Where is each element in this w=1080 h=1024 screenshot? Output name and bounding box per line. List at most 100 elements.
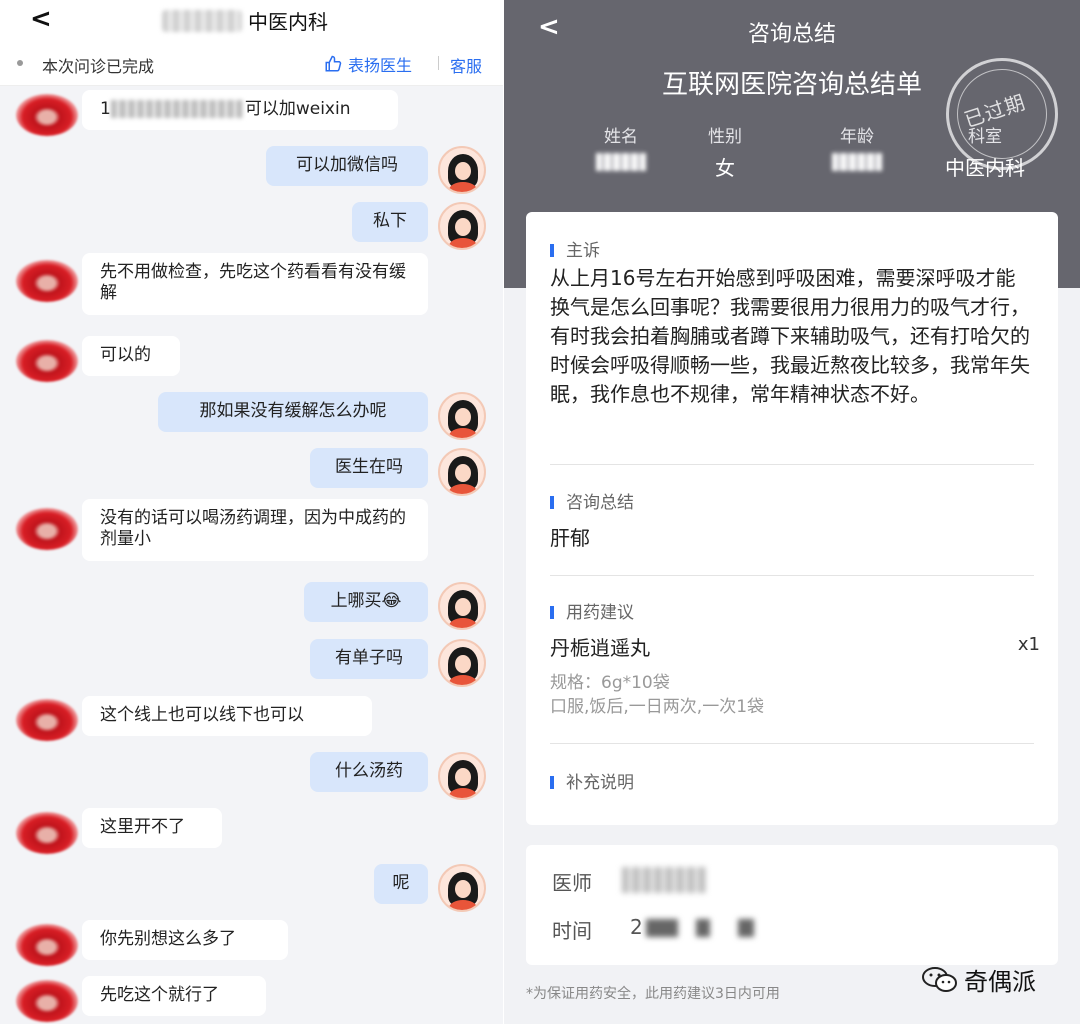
- doctor-avatar[interactable]: [16, 699, 78, 741]
- section-marker: [550, 776, 554, 789]
- patient-avatar[interactable]: [438, 864, 486, 912]
- message-text: 呢: [392, 873, 410, 893]
- dept-label: 科室: [968, 127, 1002, 147]
- message-text: 你先别想这么多了: [100, 929, 236, 949]
- safety-footnote: *为保证用药安全，此用药建议3日内可用: [526, 986, 780, 1002]
- doctor-avatar[interactable]: [16, 980, 78, 1022]
- doctor-message[interactable]: 先吃这个就行了: [82, 976, 266, 1016]
- blurred-doctor-name: [622, 867, 706, 893]
- page-title: 咨询总结: [747, 22, 836, 47]
- patient-message[interactable]: 上哪买😂: [304, 582, 428, 622]
- extra-notes-heading: 补充说明: [550, 768, 634, 793]
- gender-label: 性别: [708, 127, 742, 147]
- patient-message[interactable]: 那如果没有缓解怎么办呢: [158, 392, 428, 432]
- blurred-time: [646, 919, 678, 937]
- gender-value: 女: [715, 156, 735, 180]
- age-label: 年龄: [840, 127, 874, 147]
- patient-avatar[interactable]: [438, 392, 486, 440]
- summary-panel: < 咨询总结 互联网医院咨询总结单 已过期 姓名 性别 年龄 科室 女 中医内科…: [504, 0, 1080, 1024]
- message-text: 这里开不了: [100, 817, 185, 837]
- blurred-name: [596, 153, 646, 171]
- doctor-message[interactable]: 这个线上也可以线下也可以: [82, 696, 372, 736]
- blurred-time: [696, 919, 710, 937]
- thumbs-up-icon: [325, 55, 342, 72]
- patient-message[interactable]: 有单子吗: [310, 639, 428, 679]
- divider: [438, 56, 439, 70]
- patient-message[interactable]: 私下: [352, 202, 428, 242]
- doctor-message[interactable]: 先不用做检查，先吃这个药看看有没有缓解: [82, 253, 428, 315]
- divider: [550, 464, 1034, 465]
- dept-value: 中医内科: [945, 156, 1025, 180]
- chat-header: < 中医内科: [0, 0, 503, 40]
- doctor-avatar[interactable]: [16, 94, 78, 136]
- doctor-avatar[interactable]: [16, 260, 78, 302]
- patient-avatar[interactable]: [438, 146, 486, 194]
- divider: [550, 575, 1034, 576]
- chat-panel: < 中医内科 本次问诊已完成 表扬医生 客服 1 可以加weixin 可以加微信吗私…: [0, 0, 503, 1024]
- doctor-avatar[interactable]: [16, 340, 78, 382]
- blurred-doctor-name: [162, 9, 242, 32]
- name-label: 姓名: [604, 127, 638, 147]
- doctor-message[interactable]: 没有的话可以喝汤药调理，因为中成药的剂量小: [82, 499, 428, 561]
- chat-title: 中医内科: [248, 10, 328, 34]
- chat-title-area: 中医内科: [162, 6, 328, 35]
- age-value: [802, 152, 912, 176]
- wechat-icon: [922, 966, 957, 992]
- message-text: 先不用做检查，先吃这个药看看有没有缓解: [100, 262, 406, 303]
- message-text: 私下: [373, 211, 407, 231]
- doctor-info-card: 医师 时间 2: [526, 845, 1058, 965]
- drug-quantity: x1: [1017, 634, 1040, 655]
- consult-summary-heading: 咨询总结: [550, 488, 634, 513]
- patient-message[interactable]: 呢: [374, 864, 428, 904]
- patient-avatar[interactable]: [438, 582, 486, 630]
- watermark: 奇偶派: [922, 962, 1036, 997]
- summary-card: 主诉 从上月16号左右开始感到呼吸困难，需要深呼吸才能换气是怎么回事呢？我需要很…: [526, 212, 1058, 825]
- time-label: 时间: [552, 919, 592, 943]
- message-text: 那如果没有缓解怎么办呢: [199, 401, 387, 421]
- patient-message[interactable]: 什么汤药: [310, 752, 428, 792]
- message-text: 有单子吗: [335, 648, 403, 668]
- doctor-message[interactable]: 你先别想这么多了: [82, 920, 288, 960]
- doctor-label: 医师: [552, 871, 592, 895]
- time-prefix: 2: [630, 915, 643, 939]
- blurred-time: [738, 919, 754, 937]
- drug-spec: 规格：6g*10袋: [550, 673, 670, 693]
- praise-doctor-button[interactable]: 表扬医生: [324, 52, 412, 76]
- diagnosis-text: 肝郁: [550, 526, 590, 550]
- message-text: 可以加微信吗: [296, 155, 398, 175]
- blurred-contact-prefix: 1: [100, 99, 111, 119]
- message-text: 这个线上也可以线下也可以: [100, 705, 304, 725]
- doctor-avatar[interactable]: [16, 508, 78, 550]
- message-text: 上哪买😂: [330, 591, 402, 611]
- doctor-message[interactable]: 这里开不了: [82, 808, 222, 848]
- doctor-avatar[interactable]: [16, 812, 78, 854]
- consult-status-bar: 本次问诊已完成 表扬医生 客服: [0, 40, 503, 86]
- consult-status: 本次问诊已完成: [42, 57, 155, 76]
- message-text: 医生在吗: [335, 457, 403, 477]
- chevron-left-icon[interactable]: <: [30, 4, 52, 34]
- medication-heading: 用药建议: [550, 598, 634, 623]
- patient-avatar[interactable]: [438, 639, 486, 687]
- message-text: 先吃这个就行了: [100, 985, 219, 1005]
- complaint-text: 从上月16号左右开始感到呼吸困难，需要深呼吸才能换气是怎么回事呢？我需要很用力很…: [550, 266, 1030, 406]
- doctor-avatar[interactable]: [16, 924, 78, 966]
- complaint-heading: 主诉: [550, 236, 600, 261]
- doctor-message[interactable]: 可以的: [82, 336, 180, 376]
- section-marker: [550, 496, 554, 509]
- drug-name: 丹栀逍遥丸: [550, 636, 650, 660]
- patient-avatar[interactable]: [438, 202, 486, 250]
- watermark-text: 奇偶派: [964, 968, 1036, 996]
- praise-doctor-label: 表扬医生: [348, 56, 413, 75]
- patient-avatar[interactable]: [438, 752, 486, 800]
- message-text: 可以的: [100, 345, 151, 365]
- message-text: 可以加weixin: [244, 99, 351, 119]
- customer-service-link[interactable]: 客服: [450, 53, 482, 77]
- patient-message[interactable]: 可以加微信吗: [266, 146, 428, 186]
- patient-avatar[interactable]: [438, 448, 486, 496]
- blurred-age: [832, 153, 882, 171]
- doctor-message[interactable]: 1 可以加weixin: [82, 90, 398, 130]
- patient-message[interactable]: 医生在吗: [310, 448, 428, 488]
- divider: [550, 743, 1034, 744]
- drug-usage: 口服,饭后,一日两次,一次1袋: [550, 697, 765, 717]
- section-marker: [550, 606, 554, 619]
